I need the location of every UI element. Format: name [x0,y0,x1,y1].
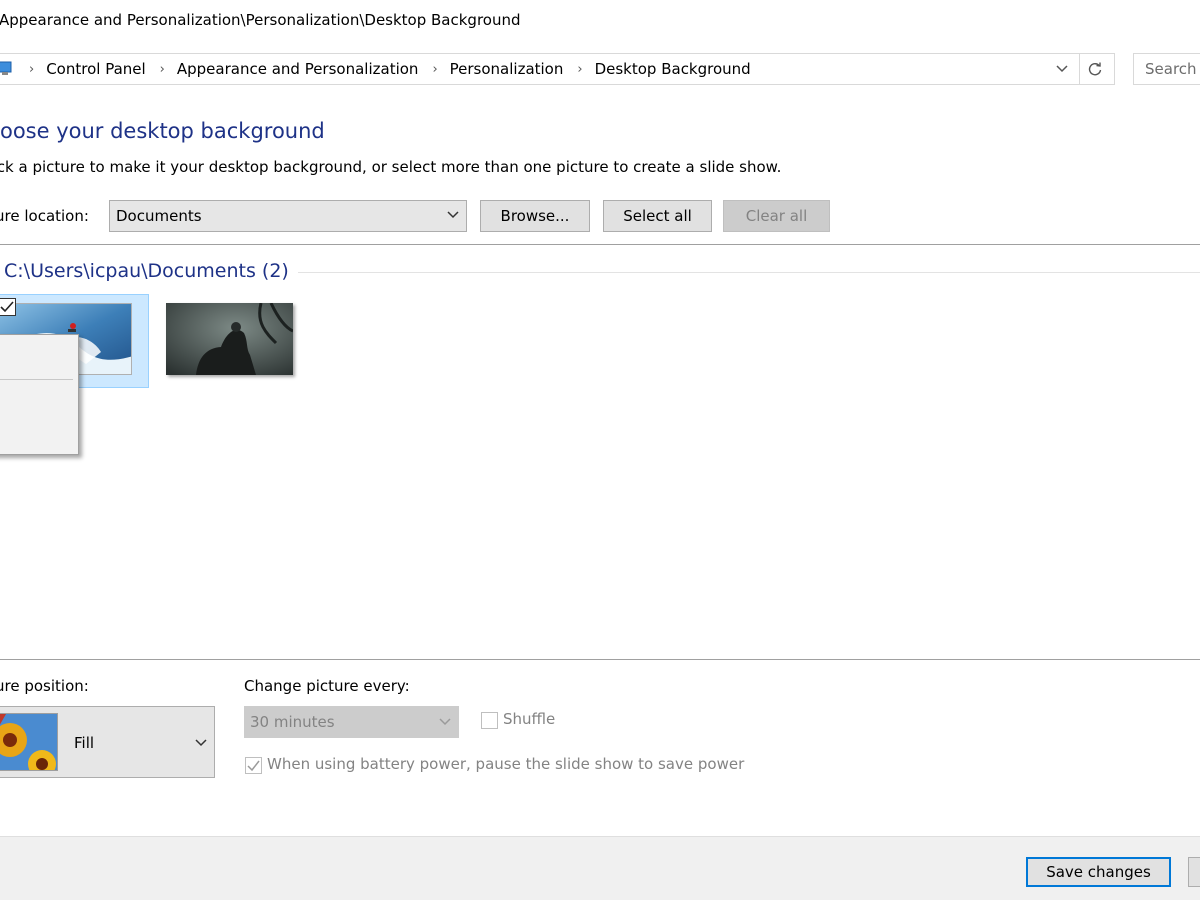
control-panel-icon [0,61,12,75]
breadcrumb-personalization[interactable]: Personalization [450,60,564,78]
divider [0,244,1200,245]
breadcrumb-chevron-icon: › [29,61,35,77]
chevron-down-icon[interactable] [1054,60,1070,78]
shuffle-checkbox[interactable] [481,712,498,729]
footer-bar: Save changes [0,836,1200,900]
wallpaper-thumbnail-rider[interactable] [166,303,293,375]
battery-pause-label[interactable]: When using battery power, pause the slid… [267,755,744,773]
breadcrumb: › Control Panel › Appearance and Persona… [15,60,751,78]
breadcrumb-desktop-background[interactable]: Desktop Background [595,60,751,78]
context-menu-separator [0,379,73,380]
chevron-down-icon [438,713,452,735]
breadcrumb-chevron-icon[interactable]: › [160,62,165,77]
breadcrumb-control-panel[interactable]: Control Panel [46,60,145,78]
position-preview-image [0,713,58,771]
picture-location-value: Documents [116,207,202,225]
picture-location-select[interactable]: Documents [109,200,467,232]
cancel-button[interactable] [1188,857,1200,887]
picture-position-select[interactable]: Fill [0,706,215,778]
chevron-down-icon [446,206,460,228]
select-all-button[interactable]: Select all [603,200,712,232]
picture-position-label: Picture position: [0,677,89,695]
shuffle-label[interactable]: Shuffle [503,710,555,728]
checkmark-icon [0,301,14,313]
context-menu[interactable] [0,334,79,455]
checkmark-icon [247,760,260,772]
title-bar: Appearance and Personalization\Personali… [0,0,1200,44]
group-divider [298,272,1200,273]
picture-position-value: Fill [74,734,95,752]
rider-image [166,303,293,375]
window-title: Appearance and Personalization\Personali… [0,11,521,29]
page-title: Choose your desktop background [0,119,325,143]
breadcrumb-chevron-icon[interactable]: › [577,62,582,77]
breadcrumb-appearance[interactable]: Appearance and Personalization [177,60,419,78]
picture-location-label: Picture location: [0,207,89,225]
change-picture-label: Change picture every: [244,677,410,695]
interval-select[interactable]: 30 minutes [244,706,459,738]
thumbnail-checkbox[interactable] [0,298,16,316]
page-description: Click a picture to make it your desktop … [0,158,782,176]
chevron-down-icon [194,734,208,756]
browse-button[interactable]: Browse... [480,200,590,232]
refresh-icon[interactable] [1079,54,1109,84]
clear-all-button[interactable]: Clear all [723,200,830,232]
divider [0,659,1200,660]
interval-value: 30 minutes [250,713,335,731]
search-input[interactable]: Search [1133,53,1200,85]
search-placeholder: Search [1145,60,1197,78]
save-changes-button[interactable]: Save changes [1026,857,1171,887]
address-bar[interactable]: › Control Panel › Appearance and Persona… [0,53,1115,85]
battery-pause-checkbox[interactable] [245,757,262,774]
folder-group-header[interactable]: C:\Users\icpau\Documents (2) [4,260,289,282]
breadcrumb-chevron-icon[interactable]: › [432,62,437,77]
